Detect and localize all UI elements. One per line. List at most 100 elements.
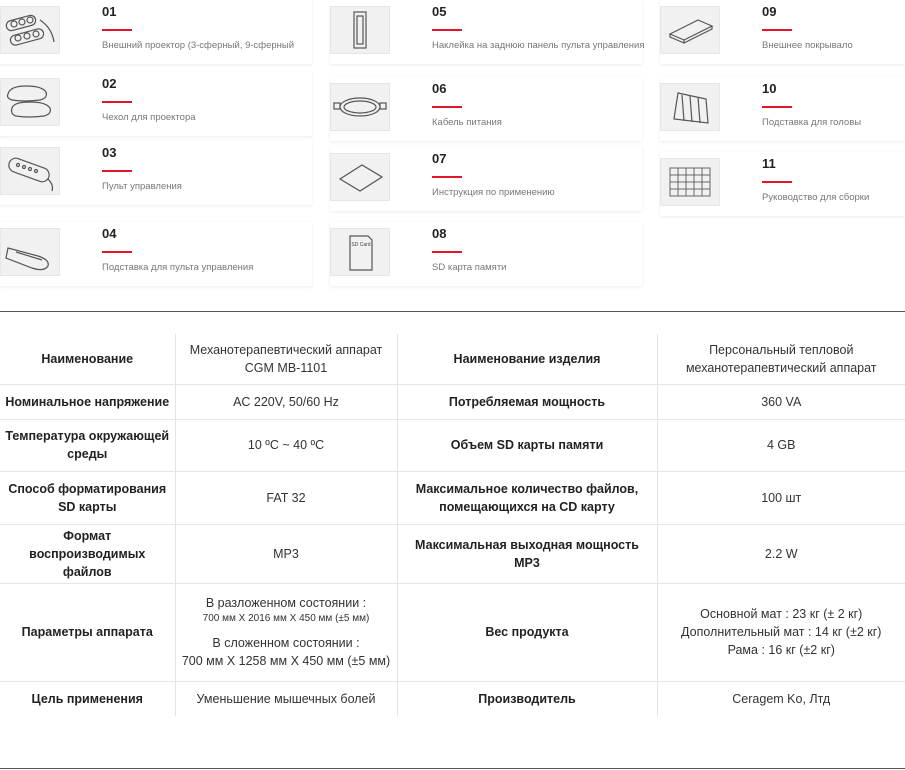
- component-item: 10 Подставка для головы: [660, 77, 905, 141]
- spec-key: Наименование: [0, 334, 176, 385]
- spec-key: Вес продукта: [397, 583, 658, 682]
- accent-bar: [762, 106, 792, 108]
- component-label: Руководство для сборки: [762, 192, 870, 203]
- table-row: Формат воспроизводимых файлов MP3 Максима…: [0, 524, 905, 584]
- assembly-guide-icon: [660, 158, 720, 206]
- spec-value: MP3: [175, 524, 398, 584]
- spec-value: Основной мат : 23 кг (± 2 кг) Дополнител…: [657, 583, 905, 682]
- component-label: SD карта памяти: [432, 262, 507, 273]
- accent-bar: [762, 181, 792, 183]
- component-number: 05: [432, 4, 447, 19]
- spec-value: Механотерапевтический аппарат CGM MB-1101: [175, 334, 398, 385]
- spec-value-line: Рама : 16 кг (±2 кг): [727, 643, 835, 657]
- spec-value: 2.2 W: [657, 524, 905, 584]
- component-number: 09: [762, 4, 777, 19]
- component-number: 11: [762, 156, 776, 171]
- sd-card-thumb-text: SD Card: [351, 242, 370, 248]
- spec-value: Ceragem Ko, Лтд: [732, 691, 831, 706]
- spec-key-line: Максимальное количество файлов,: [415, 481, 639, 496]
- spec-key-line: помещающихся на CD карту: [439, 499, 615, 514]
- spec-key: Формат воспроизводимых файлов: [0, 524, 176, 584]
- cover-icon: [0, 78, 60, 126]
- spec-key: Температура окружающей среды: [0, 419, 176, 472]
- component-label: Пульт управления: [102, 181, 182, 192]
- spec-key: Производитель: [397, 681, 658, 716]
- component-number: 06: [432, 81, 447, 96]
- spec-value-line: CGM MB-1101: [244, 360, 328, 375]
- component-item: 11 Руководство для сборки: [660, 152, 905, 216]
- component-number: 10: [762, 81, 777, 96]
- cable-icon: [330, 83, 390, 131]
- sd-card-icon: SD Card: [330, 228, 390, 276]
- spec-key-line: MP3: [514, 555, 540, 570]
- remote-stand-icon: [0, 228, 60, 276]
- spec-key-line: файлов: [62, 564, 112, 579]
- spec-value: 4 GB: [657, 419, 905, 472]
- divider: [0, 311, 905, 312]
- component-item: 05 Наклейка на заднюю панель пульта упра…: [330, 0, 645, 64]
- table-row: Цель применения Уменьшение мышечных боле…: [0, 681, 905, 716]
- component-label: Внешний проектор (3-сферный, 9-сферный: [102, 40, 295, 51]
- spec-key: Номинальное напряжение: [0, 384, 176, 420]
- table-row: Параметры аппарата В разложенном состоян…: [0, 583, 905, 682]
- component-label: Внешнее покрывало: [762, 40, 853, 51]
- spec-value-line: Механотерапевтический аппарат: [189, 342, 383, 357]
- component-item: 01 Внешний проектор (3-сферный, 9-сферны…: [0, 0, 312, 64]
- spec-value-line: Дополнительный мат : 14 кг (±2 кг): [681, 625, 882, 639]
- component-label: Наклейка на заднюю панель пульта управле…: [432, 40, 645, 51]
- component-item: 06 Кабель питания: [330, 77, 642, 141]
- component-item: SD Card 08 SD карта памяти: [330, 222, 642, 286]
- accent-bar: [102, 251, 132, 253]
- spec-value-line: Персональный тепловой: [709, 342, 854, 357]
- accent-bar: [432, 106, 462, 108]
- component-number: 01: [102, 4, 117, 19]
- accent-bar: [432, 29, 462, 31]
- spec-key-line: SD карты: [58, 499, 117, 514]
- remote-icon: [0, 147, 60, 195]
- spec-value-line: механотерапевтический аппарат: [685, 360, 877, 375]
- blanket-icon: [660, 6, 720, 54]
- accent-bar: [432, 251, 462, 253]
- spec-value: 10 ºC ~ 40 ºC: [175, 419, 398, 472]
- component-item: 09 Внешнее покрывало: [660, 0, 905, 64]
- table-row: Наименование Механотерапевтический аппар…: [0, 334, 905, 385]
- spec-key-line: Максимальная выходная мощность: [415, 537, 639, 552]
- spec-value-line: В сложенном состоянии :: [212, 636, 360, 650]
- accent-bar: [102, 29, 132, 31]
- spec-key: Потребляемая мощность: [397, 384, 658, 420]
- spec-value: Персональный тепловой механотерапевтическ…: [657, 334, 905, 385]
- spec-value-line: Основной мат : 23 кг (± 2 кг): [700, 607, 863, 621]
- specs-table: Наименование Механотерапевтический аппар…: [0, 334, 905, 716]
- spec-key-line: Способ форматирования: [8, 481, 167, 496]
- spec-key: Максимальное количество файлов, помещающи…: [397, 471, 658, 525]
- spec-value-line: 700 мм X 1258 мм X 450 мм (±5 мм): [181, 654, 391, 668]
- component-label: Подставка для головы: [762, 117, 862, 128]
- manual-icon: [330, 153, 390, 201]
- spec-value: Уменьшение мышечных болей: [175, 681, 398, 716]
- head-rest-icon: [660, 83, 720, 131]
- component-label: Чехол для проектора: [102, 112, 196, 123]
- component-label: Кабель питания: [432, 117, 502, 128]
- spec-key-line: Температура окружающей: [5, 429, 170, 443]
- component-item: 02 Чехол для проектора: [0, 72, 312, 136]
- table-row: Способ форматирования SD карты FAT 32 Мак…: [0, 471, 905, 525]
- spec-value-line: 700 мм X 2016 мм X 450 мм (±5 мм): [202, 613, 370, 624]
- spec-value: AC 220V, 50/60 Hz: [175, 384, 398, 420]
- spec-value: 100 шт: [657, 471, 905, 525]
- component-number: 04: [102, 226, 117, 241]
- component-number: 02: [102, 76, 117, 91]
- component-label: Подставка для пульта управления: [102, 262, 254, 273]
- accent-bar: [432, 176, 462, 178]
- component-item: 04 Подставка для пульта управления: [0, 222, 312, 286]
- spec-value: 360 VA: [657, 384, 905, 420]
- accent-bar: [762, 29, 792, 31]
- component-item: 03 Пульт управления: [0, 141, 312, 205]
- table-row: Номинальное напряжение AC 220V, 50/60 Hz…: [0, 384, 905, 420]
- spec-key: Наименование изделия: [397, 334, 658, 385]
- components-grid: 01 Внешний проектор (3-сферный, 9-сферны…: [0, 0, 905, 300]
- spec-value: FAT 32: [175, 471, 398, 525]
- spec-key: Максимальная выходная мощность MP3: [397, 524, 658, 584]
- spec-key: Параметры аппарата: [0, 583, 176, 682]
- spec-value: В разложенном состоянии : 700 мм X 2016 …: [175, 583, 398, 682]
- accent-bar: [102, 101, 132, 103]
